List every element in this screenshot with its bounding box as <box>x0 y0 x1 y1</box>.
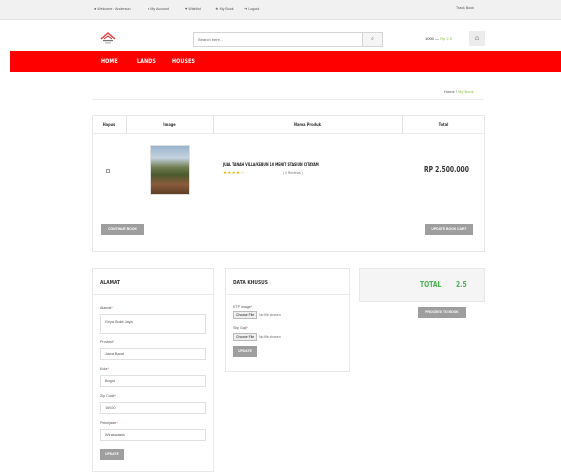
zip-code-field[interactable]: 16920 <box>100 402 206 414</box>
nav-home[interactable]: HOME <box>101 58 118 65</box>
product-image[interactable] <box>150 145 190 195</box>
my-account-link[interactable]: ▪My Account <box>148 6 169 11</box>
breadcrumb-home[interactable]: Home <box>444 89 455 94</box>
star-icon: ★ <box>215 6 219 11</box>
header-total: Total <box>438 122 449 127</box>
search-icon: ⌕ <box>371 36 374 42</box>
provinsi-field[interactable]: Jawa Barat <box>100 348 206 360</box>
search-button[interactable]: ⌕ <box>362 33 382 46</box>
home-button[interactable]: ⌂ <box>469 31 485 46</box>
update-cart-button[interactable]: UPDATE BOOK CART <box>425 224 473 235</box>
ktp-image-label: KTP Image* <box>233 305 253 309</box>
product-total: RP 2.500.000 <box>424 165 469 174</box>
header-hapus: Hapus <box>102 122 116 127</box>
logo-icon[interactable] <box>99 30 117 46</box>
pekerjaan-label: Pekerjaan* <box>100 421 118 425</box>
main-nav <box>10 51 561 72</box>
total-value: 2.5 <box>456 280 467 289</box>
panel-divider <box>225 294 350 295</box>
alamat-label: Alamat* <box>100 306 113 310</box>
rating-stars: ★★★★☆ <box>223 170 245 175</box>
kota-label: Kota* <box>100 367 109 371</box>
table-header-divider <box>92 133 485 134</box>
breadcrumb: Home / My Book <box>444 89 474 94</box>
alamat-panel <box>92 268 214 472</box>
kota-field[interactable]: Bogor <box>100 375 206 387</box>
alamat-title: ALAMAT <box>100 280 121 286</box>
provinsi-label: Provinsi* <box>100 340 115 344</box>
search-input[interactable]: Search here... <box>198 37 223 42</box>
cart-summary[interactable]: 1000 — Rp 2.5 <box>425 36 452 41</box>
zip-code-label: Zip Code* <box>100 394 116 398</box>
slip-gaji-choose-file-button[interactable]: Choose File <box>233 333 258 341</box>
home-icon: ⌂ <box>474 35 480 42</box>
alamat-update-button[interactable]: UPDATE <box>100 449 124 460</box>
pekerjaan-field[interactable]: Wiraswasta <box>100 429 206 441</box>
nav-houses[interactable]: HOUSES <box>172 58 195 65</box>
column-divider <box>402 115 403 134</box>
my-book-link[interactable]: ★My Book <box>215 6 234 11</box>
header-image: Image <box>163 122 176 127</box>
track-book-link[interactable]: Track Book <box>456 6 474 10</box>
proceed-to-book-button[interactable]: PROCEED TO BOOK <box>418 307 466 318</box>
panel-divider <box>92 294 214 295</box>
logout-icon: ➜ <box>244 6 248 11</box>
breadcrumb-current: My Book <box>458 89 474 94</box>
header-nama-produk: Nama Produk <box>293 122 321 127</box>
alamat-textarea[interactable]: Griya Bukit Jaya <box>100 314 206 334</box>
data-khusus-update-button[interactable]: UPDATE <box>233 346 257 357</box>
slip-gaji-label: Slip Gaji* <box>233 326 248 330</box>
continue-book-button[interactable]: CONTINUE BOOK <box>101 224 144 235</box>
column-divider <box>213 115 214 134</box>
data-khusus-title: DATA KHUSUS <box>233 280 268 286</box>
search-box: Search here... ⌕ <box>193 32 383 47</box>
column-divider <box>126 115 127 134</box>
nav-lands[interactable]: LANDS <box>137 58 156 65</box>
top-bar <box>0 0 561 20</box>
logout-link[interactable]: ➜Logout <box>244 6 259 11</box>
reviews-count: ( 0 Reviews ) <box>283 171 303 175</box>
product-name[interactable]: JUAL TANAH VILLA/KEBUN 10 MENIT STASIUN … <box>223 162 319 167</box>
ktp-file-input[interactable]: Choose File No file chosen <box>233 311 281 319</box>
welcome-link[interactable]: ●Welcome : Anderson <box>94 6 131 11</box>
slip-gaji-file-input[interactable]: Choose File No file chosen <box>233 333 281 341</box>
ktp-choose-file-button[interactable]: Choose File <box>233 311 258 319</box>
remove-checkbox[interactable] <box>106 169 110 173</box>
divider <box>92 99 484 100</box>
wishlist-link[interactable]: ♥Wishlist <box>185 6 201 11</box>
total-label: TOTAL <box>420 280 442 289</box>
